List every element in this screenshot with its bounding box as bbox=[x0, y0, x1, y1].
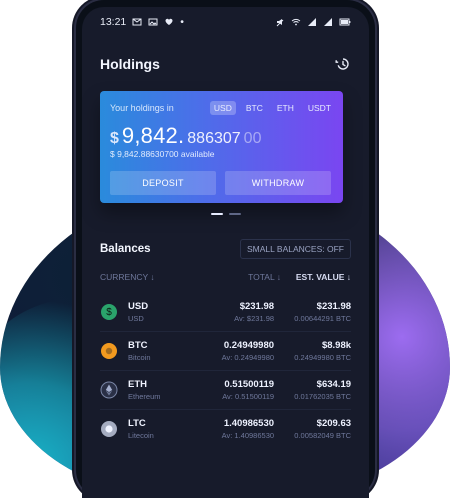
total-value: 0.24949980 bbox=[223, 340, 275, 351]
total-cell: 1.40986530 Av: 1.40986530 bbox=[197, 418, 274, 440]
currency-cell: USD USD bbox=[128, 301, 197, 323]
balances-table-header: CURRENCY ↓ TOTAL ↓ EST. VALUE ↓ bbox=[100, 269, 351, 285]
heart-icon bbox=[165, 18, 173, 25]
signal-icon bbox=[324, 18, 332, 26]
balance-row-btc[interactable]: BTC Bitcoin 0.24949980 Av: 0.24949980 $8… bbox=[100, 331, 351, 370]
small-balances-toggle[interactable]: SMALL BALANCES: OFF bbox=[240, 239, 351, 259]
column-total[interactable]: TOTAL ↓ bbox=[209, 272, 281, 282]
currency-symbol: BTC bbox=[128, 340, 148, 351]
wifi-icon bbox=[291, 19, 301, 26]
est-value-cell: $634.19 0.01762035 BTC bbox=[274, 379, 351, 401]
currency-tab-eth[interactable]: ETH bbox=[273, 101, 298, 115]
status-right bbox=[275, 17, 351, 27]
balances-header: Balances SMALL BALANCES: OFF bbox=[100, 237, 351, 261]
currency-cell: BTC Bitcoin bbox=[128, 340, 197, 362]
available-value: Av: 0.24949980 bbox=[221, 353, 275, 362]
est-value: $634.19 bbox=[316, 379, 352, 390]
est-value: $231.98 bbox=[316, 301, 352, 312]
total-cell: $231.98 Av: $231.98 bbox=[197, 301, 274, 323]
total-cell: 0.24949980 Av: 0.24949980 bbox=[197, 340, 274, 362]
est-value: $209.63 bbox=[316, 418, 352, 429]
total-value: $231.98 bbox=[239, 301, 275, 312]
dot-icon: • bbox=[180, 16, 184, 28]
total-value: 0.51500119 bbox=[224, 379, 275, 390]
status-time: 13:21 bbox=[100, 16, 127, 28]
est-value-cell: $8.98k 0.24949980 BTC bbox=[274, 340, 351, 362]
amount-integer: 9,842. bbox=[121, 123, 185, 148]
total-cell: 0.51500119 Av: 0.51500119 bbox=[197, 379, 274, 401]
signal-icon bbox=[308, 18, 316, 26]
currency-cell: ETH Ethereum bbox=[128, 379, 197, 401]
usd-coin-icon: $ bbox=[100, 303, 118, 321]
available-value: Av: $231.98 bbox=[234, 314, 275, 323]
phone-frame: 13:21 • Holdings Your holdings in USD BT… bbox=[76, 0, 375, 498]
available-balance: $ 9,842.88630700 available bbox=[110, 149, 215, 159]
holdings-card-top: Your holdings in USD BTC ETH USDT bbox=[110, 101, 335, 115]
currency-symbol: USD bbox=[128, 301, 149, 312]
top-app-bar: Holdings bbox=[82, 45, 369, 83]
status-bar: 13:21 • bbox=[82, 7, 369, 37]
balances-title: Balances bbox=[100, 243, 151, 255]
balance-row-eth[interactable]: ETH Ethereum 0.51500119 Av: 0.51500119 $… bbox=[100, 370, 351, 409]
available-value: Av: 1.40986530 bbox=[221, 431, 275, 440]
balance-row-ltc[interactable]: LTC Litecoin 1.40986530 Av: 1.40986530 $… bbox=[100, 409, 351, 448]
pager-dot-active[interactable] bbox=[210, 213, 223, 215]
currency-tab-usd[interactable]: USD bbox=[209, 101, 236, 115]
history-icon[interactable] bbox=[335, 56, 351, 72]
currency-name: USD bbox=[128, 314, 144, 323]
column-currency[interactable]: CURRENCY ↓ bbox=[100, 272, 190, 282]
ethereum-icon bbox=[100, 381, 118, 399]
currency-tab-usdt[interactable]: USDT bbox=[304, 101, 335, 115]
total-value: 1.40986530 bbox=[223, 418, 275, 429]
est-value-btc: 0.00582049 BTC bbox=[294, 431, 352, 440]
page-title: Holdings bbox=[100, 56, 160, 72]
currency-symbol: LTC bbox=[128, 418, 146, 429]
est-value-btc: 0.24949980 BTC bbox=[294, 353, 352, 362]
est-value-cell: $209.63 0.00582049 BTC bbox=[274, 418, 351, 440]
currency-symbol: ETH bbox=[128, 379, 147, 390]
phone-screen: 13:21 • Holdings Your holdings in USD BT… bbox=[82, 7, 369, 498]
est-value-btc: 0.01762035 BTC bbox=[294, 392, 352, 401]
bitcoin-icon bbox=[100, 342, 118, 360]
amount-decimals-faded: 00 bbox=[243, 130, 262, 147]
image-icon bbox=[148, 18, 158, 26]
litecoin-icon bbox=[100, 420, 118, 438]
amount-currency-symbol: $ bbox=[110, 130, 119, 147]
battery-icon bbox=[339, 18, 351, 26]
status-left: 13:21 • bbox=[100, 16, 184, 28]
balances-table: $ USD USD $231.98 Av: $231.98 $231.98 0.… bbox=[100, 293, 351, 448]
column-est-value[interactable]: EST. VALUE ↓ bbox=[281, 272, 351, 282]
mute-icon bbox=[276, 19, 284, 27]
holdings-card: Your holdings in USD BTC ETH USDT $ 9,84… bbox=[100, 91, 343, 203]
currency-cell: LTC Litecoin bbox=[128, 418, 197, 440]
amount-decimals: 886307 bbox=[187, 130, 241, 147]
est-value-cell: $231.98 0.00644291 BTC bbox=[274, 301, 351, 323]
holdings-label: Your holdings in bbox=[110, 103, 174, 113]
svg-text:$: $ bbox=[106, 307, 112, 318]
holdings-amount: $ 9,842. 886307 00 bbox=[110, 123, 261, 149]
mail-icon bbox=[132, 18, 142, 26]
est-value-btc: 0.00644291 BTC bbox=[294, 314, 352, 323]
currency-tab-btc[interactable]: BTC bbox=[242, 101, 267, 115]
balance-row-usd[interactable]: $ USD USD $231.98 Av: $231.98 $231.98 0.… bbox=[100, 293, 351, 331]
deposit-button[interactable]: DEPOSIT bbox=[110, 171, 216, 195]
available-value: Av: 0.51500119 bbox=[222, 392, 275, 401]
currency-name: Bitcoin bbox=[128, 353, 151, 362]
currency-tabs: USD BTC ETH USDT bbox=[209, 101, 335, 115]
pager-dot[interactable] bbox=[228, 213, 241, 215]
currency-name: Ethereum bbox=[128, 392, 161, 401]
est-value: $8.98k bbox=[321, 340, 352, 351]
withdraw-button[interactable]: WITHDRAW bbox=[225, 171, 331, 195]
card-pager bbox=[82, 213, 369, 223]
currency-name: Litecoin bbox=[128, 431, 154, 440]
